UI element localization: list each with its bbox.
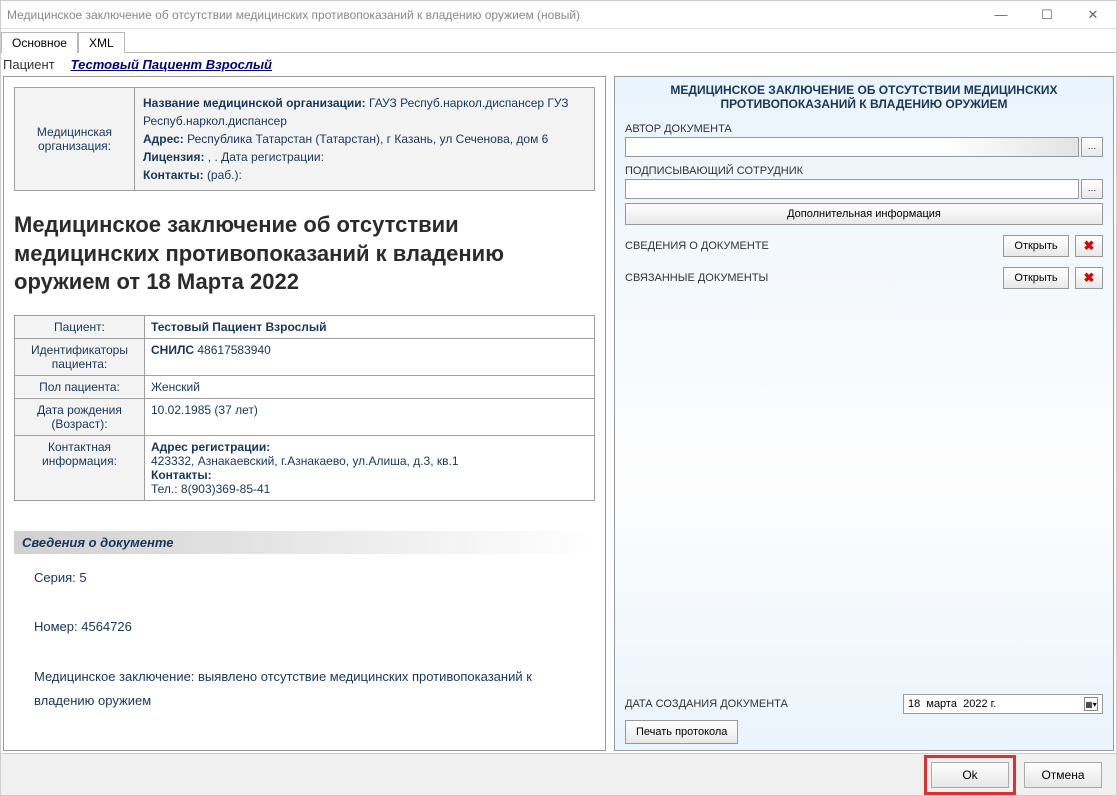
- delete-icon: ✖: [1084, 238, 1095, 254]
- org-license-value: , . Дата регистрации:: [208, 150, 324, 164]
- doc-number: Номер: 4564726: [34, 615, 575, 640]
- pt-row5-label: Контактная информация:: [15, 435, 145, 500]
- date-month: марта: [926, 698, 957, 710]
- org-contacts-value: (раб.):: [207, 168, 242, 182]
- signer-label: ПОДПИСЫВАЮЩИЙ СОТРУДНИК: [625, 165, 1103, 177]
- doc-conclusion: Медицинское заключение: выявлено отсутст…: [34, 665, 575, 714]
- patient-link[interactable]: Тестовый Пациент Взрослый: [71, 57, 272, 72]
- pt-addr-value: 423332, Азнакаевский, г.Азнакаево, ул.Ал…: [151, 454, 588, 468]
- print-protocol-button[interactable]: Печать протокола: [625, 720, 738, 744]
- minimize-button[interactable]: —: [978, 1, 1024, 29]
- linked-docs-open-button[interactable]: Открыть: [1003, 267, 1069, 289]
- org-address-label: Адрес:: [143, 132, 184, 146]
- org-contacts-label: Контакты:: [143, 168, 204, 182]
- document-heading: Медицинское заключение об отсутствии мед…: [14, 211, 595, 297]
- section-doc-info-body: Серия: 5 Номер: 4564726 Медицинское закл…: [14, 554, 595, 726]
- section-doc-info-header: Сведения о документе: [14, 531, 595, 554]
- org-name-label: Название медицинской организации:: [143, 96, 366, 110]
- signer-picker-button[interactable]: …: [1081, 179, 1103, 199]
- window: Медицинское заключение об отсутствии мед…: [0, 0, 1117, 796]
- ok-button[interactable]: Ok: [931, 762, 1009, 788]
- signer-input[interactable]: [625, 179, 1079, 199]
- doc-info-label: СВЕДЕНИЯ О ДОКУМЕНТЕ: [625, 240, 769, 252]
- author-input[interactable]: [625, 137, 1079, 157]
- org-address-value: Республика Татарстан (Татарстан), г Каза…: [187, 132, 548, 146]
- main-area: Медицинская организация: Название медици…: [1, 76, 1116, 753]
- pt-row3-label: Пол пациента:: [15, 375, 145, 398]
- doc-info-open-button[interactable]: Открыть: [1003, 235, 1069, 257]
- ok-highlight: Ok: [924, 755, 1016, 795]
- left-pane: Медицинская организация: Название медици…: [3, 76, 606, 751]
- pt-row1-label: Пациент:: [15, 315, 145, 338]
- pt-row2-rest: 48617583940: [194, 343, 271, 357]
- patient-table: Пациент: Тестовый Пациент Взрослый Идент…: [14, 315, 595, 501]
- rp-title: МЕДИЦИНСКОЕ ЗАКЛЮЧЕНИЕ ОБ ОТСУТСТВИИ МЕД…: [625, 83, 1103, 111]
- cancel-button[interactable]: Отмена: [1024, 762, 1102, 788]
- pt-row4-label: Дата рождения (Возраст):: [15, 398, 145, 435]
- calendar-icon[interactable]: ▦▾: [1084, 697, 1098, 711]
- date-day: 18: [908, 698, 920, 710]
- pt-row2-label: Идентификаторы пациента:: [15, 338, 145, 375]
- extra-info-button[interactable]: Дополнительная информация: [625, 203, 1103, 225]
- right-pane: МЕДИЦИНСКОЕ ЗАКЛЮЧЕНИЕ ОБ ОТСУТСТВИИ МЕД…: [614, 76, 1114, 751]
- pt-row3-value: Женский: [145, 375, 595, 398]
- pt-row4-value: 10.02.1985 (37 лет): [145, 398, 595, 435]
- patient-bar: Пациент Тестовый Пациент Взрослый: [1, 53, 1116, 76]
- author-label: АВТОР ДОКУМЕНТА: [625, 123, 1103, 135]
- delete-icon: ✖: [1084, 270, 1095, 286]
- doc-series: Серия: 5: [34, 566, 575, 591]
- author-picker-button[interactable]: …: [1081, 137, 1103, 157]
- org-license-label: Лицензия:: [143, 150, 204, 164]
- date-picker[interactable]: 18 марта 2022 г. ▦▾: [903, 694, 1103, 714]
- pt-row5-value: Адрес регистрации: 423332, Азнакаевский,…: [145, 435, 595, 500]
- close-button[interactable]: ✕: [1070, 1, 1116, 29]
- tab-row: Основное XML: [1, 29, 1116, 53]
- org-box: Медицинская организация: Название медици…: [14, 87, 595, 191]
- org-details: Название медицинской организации: ГАУЗ Р…: [135, 88, 594, 190]
- date-label: ДАТА СОЗДАНИЯ ДОКУМЕНТА: [625, 698, 788, 710]
- maximize-button[interactable]: ☐: [1024, 1, 1070, 29]
- footer: Ok Отмена: [1, 753, 1116, 795]
- pt-addr-label: Адрес регистрации:: [151, 440, 270, 454]
- linked-docs-label: СВЯЗАННЫЕ ДОКУМЕНТЫ: [625, 272, 768, 284]
- pt-cont-label: Контакты:: [151, 468, 212, 482]
- titlebar: Медицинское заключение об отсутствии мед…: [1, 1, 1116, 29]
- patient-label: Пациент: [1, 57, 55, 72]
- window-controls: — ☐ ✕: [978, 1, 1116, 29]
- doc-info-delete-button[interactable]: ✖: [1075, 235, 1103, 257]
- window-title: Медицинское заключение об отсутствии мед…: [7, 8, 580, 22]
- linked-docs-delete-button[interactable]: ✖: [1075, 267, 1103, 289]
- date-year: 2022 г.: [963, 698, 996, 710]
- pt-tel: Тел.: 8(903)369-85-41: [151, 482, 588, 496]
- pt-row1-value: Тестовый Пациент Взрослый: [151, 320, 327, 334]
- tab-main[interactable]: Основное: [1, 32, 78, 53]
- pt-row2-snils: СНИЛС: [151, 343, 194, 357]
- org-left-label: Медицинская организация:: [15, 88, 135, 190]
- tab-xml[interactable]: XML: [78, 32, 125, 53]
